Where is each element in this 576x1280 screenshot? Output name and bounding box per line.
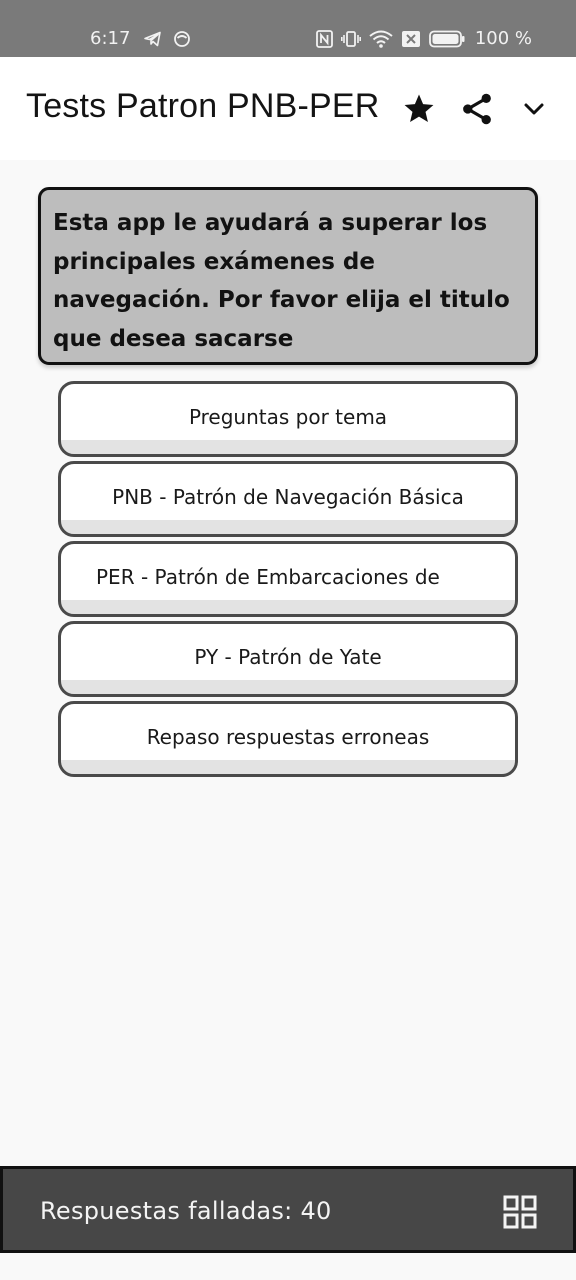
status-bar: 6:17 100 % (0, 0, 576, 57)
pnb-button[interactable]: PNB - Patrón de Navegación Básica (58, 461, 518, 537)
button-label: PNB - Patrón de Navegación Básica (112, 485, 464, 509)
intro-box: Esta app le ayudará a superar los princi… (38, 187, 538, 365)
favorite-button[interactable] (395, 85, 443, 133)
vibrate-icon (340, 30, 361, 47)
bottom-bar: Respuestas falladas: 40 (0, 1166, 576, 1253)
battery-percent: 100 % (474, 28, 532, 49)
chevron-down-icon (524, 103, 544, 115)
app-notification-icon (174, 31, 190, 47)
sim-off-icon (401, 30, 420, 47)
topic-questions-button[interactable]: Preguntas por tema (58, 381, 518, 457)
status-icons: 100 % (315, 28, 532, 49)
per-button[interactable]: PER - Patrón de Embarcaciones de (58, 541, 518, 617)
failed-answers-count: Respuestas falladas: 40 (40, 1197, 332, 1225)
review-wrong-answers-button[interactable]: Repaso respuestas erroneas (58, 701, 518, 777)
button-label: Preguntas por tema (188, 405, 388, 429)
py-button[interactable]: PY - Patrón de Yate (58, 621, 518, 697)
app-bar: Tests Patron PNB-PER (0, 57, 576, 160)
button-label: PY - Patrón de Yate (194, 645, 382, 669)
intro-text: Esta app le ayudará a superar los princi… (53, 210, 510, 352)
telegram-icon (144, 31, 161, 47)
navigation-area (0, 1253, 576, 1280)
button-label: Repaso respuestas erroneas (146, 725, 430, 749)
share-icon (463, 93, 491, 125)
battery-icon (428, 30, 465, 47)
more-options-button[interactable] (510, 85, 558, 133)
share-button[interactable] (453, 85, 501, 133)
nfc-icon (315, 29, 333, 48)
button-label: PER - Patrón de Embarcaciones de (96, 565, 440, 589)
star-icon (404, 94, 434, 123)
grid-icon[interactable] (503, 1195, 537, 1229)
wifi-icon (369, 30, 393, 48)
status-time: 6:17 (90, 28, 131, 49)
app-title: Tests Patron PNB-PER (26, 87, 380, 125)
